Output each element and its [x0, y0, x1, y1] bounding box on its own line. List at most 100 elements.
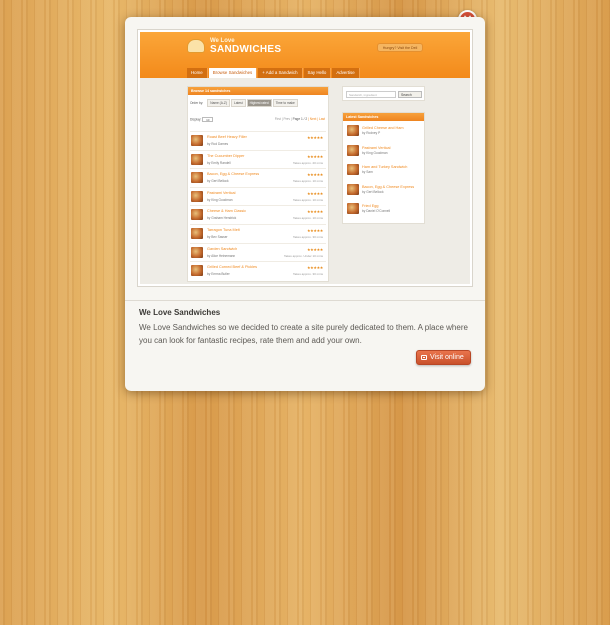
sandwich-rating: ★★★★★ [306, 136, 323, 140]
sandwich-time: Takes approx. 10 mins [292, 179, 323, 184]
latest-thumbnail [347, 125, 359, 136]
order-option: Latest [230, 99, 246, 107]
latest-title: Ham and Turkey Sandwich [362, 165, 408, 170]
sandwich-rating: ★★★★★ [306, 247, 323, 252]
sandwich-time: Takes approx. 10 mins [292, 216, 323, 221]
sandwich-title: Tarragon Tuna Melt [207, 227, 240, 232]
sandwich-list: Roast Beef Heavy Filler by Rod Dames ★★★★★… [190, 131, 326, 280]
nav-item-home: Home [187, 68, 208, 78]
sandwich-thumbnail [191, 135, 203, 146]
sandwich-title: Cheese & Ham Classic [207, 209, 247, 214]
sandwich-rating: ★★★★★ [306, 191, 323, 196]
visit-online-button[interactable]: Visit online [416, 350, 471, 365]
pagination-next: | Next | Last [308, 117, 325, 121]
project-title: We Love Sandwiches [139, 308, 221, 317]
sandwich-thumbnail [191, 246, 203, 258]
sandwich-author: by Alice Heinemann [207, 253, 236, 258]
sandwich-thumbnail [191, 172, 203, 184]
screenshot-canvas: We Love SANDWICHES Hungry? Visit the Del… [140, 32, 470, 284]
sandwich-row: Tarragon Tuna Melt by Bev Sasser ★★★★★ Take… [190, 223, 326, 243]
sandwich-row: Pastrami Vertical by King Goodman ★★★★★ Tak… [190, 186, 326, 206]
sandwich-time: Takes approx. 30 mins [292, 234, 323, 239]
latest-thumbnail [347, 164, 359, 176]
sandwich-title: Pastrami Vertical [207, 190, 236, 195]
sandwich-rating: ★★★★★ [306, 266, 323, 271]
sandwich-title: Garden Sandwich [207, 246, 238, 251]
project-modal: We Love SANDWICHES Hungry? Visit the Del… [125, 17, 485, 391]
order-label: Order by: [190, 101, 204, 105]
latest-title: Fried Egg [362, 204, 379, 209]
sandwich-thumbnail [191, 190, 203, 202]
latest-author: by King Goodman [362, 150, 388, 155]
sandwich-row: Garden Sandwich by Alice Heinemann ★★★★★ Ta… [190, 242, 326, 262]
latest-item: Pastrami Vertical by King Goodman [343, 141, 424, 161]
sandwich-title: Roast Beef Heavy Filler [207, 135, 247, 139]
sandwich-row: Roast Beef Heavy Filler by Rod Dames ★★★★★ [190, 131, 326, 150]
search-box: Sandwich, ingredient Search [342, 86, 425, 101]
sandwich-logo-icon [187, 39, 205, 53]
latest-author: by Sam [362, 170, 373, 175]
sandwich-title: The Cucumber Dipper [207, 153, 245, 158]
logo-text-bottom: SANDWICHES [210, 44, 282, 55]
sandwich-title: Bacon, Egg & Cheese Express [207, 172, 260, 177]
sandwich-author: by Rod Dames [207, 142, 229, 146]
sandwich-author: by Bev Sasser [207, 234, 228, 239]
sandwich-row: Grilled Corned Beef & Pickles by Emma But… [190, 261, 326, 280]
search-button: Search [398, 91, 422, 98]
sandwich-author: by Graham Hendrick [207, 216, 237, 221]
latest-heading: Latest Sandwiches [343, 113, 424, 121]
pagination-prev: First | Prev | [274, 117, 292, 121]
sandwich-author: by Gert Bellock [207, 179, 229, 184]
sandwich-thumbnail [191, 227, 203, 239]
sandwich-rating: ★★★★★ [306, 154, 323, 159]
browse-panel: Browse 14 sandwiches Order by: Name (A-Z… [187, 86, 329, 282]
pagination-page: Page 1 / 2 [292, 117, 308, 121]
sandwich-thumbnail [191, 265, 203, 277]
order-option-selected: Highest rated [246, 99, 272, 107]
sandwich-author: by King Goodman [207, 197, 233, 202]
sandwich-time: Takes approx. 30 mins [292, 272, 323, 277]
latest-item: Fried Egg by Daniel O'Connell [343, 199, 424, 219]
sandwich-time: Takes approx. 20 mins [292, 160, 323, 165]
sandwich-rating: ★★★★★ [306, 210, 323, 215]
latest-title: Pastrami Vertical [362, 145, 391, 150]
project-screenshot: We Love SANDWICHES Hungry? Visit the Del… [137, 29, 473, 287]
sandwich-rating: ★★★★★ [306, 173, 323, 178]
latest-title: Bacon, Egg & Cheese Express [362, 184, 415, 189]
sandwich-thumbnail [191, 209, 203, 221]
sandwich-row: Bacon, Egg & Cheese Express by Gert Bello… [190, 168, 326, 187]
sandwich-author: by Emily Randell [207, 160, 231, 165]
sandwich-title: Grilled Corned Beef & Pickles [207, 265, 258, 270]
site-nav: Home Browse Sandwiches + Add a Sandwich … [187, 68, 361, 78]
sandwich-time: Takes approx. Under 10 mins [283, 253, 323, 258]
sandwich-row: The Cucumber Dipper by Emily Randell ★★★★★… [190, 149, 326, 169]
search-input: Sandwich, ingredient [346, 91, 396, 98]
header-pill: Hungry? Visit the Deli [377, 43, 423, 52]
order-option: Time to make [272, 99, 298, 107]
latest-thumbnail [347, 144, 359, 156]
latest-author: by Gert Bellock [362, 189, 384, 194]
sandwich-row: Cheese & Ham Classic by Graham Hendrick ★★… [190, 205, 326, 224]
divider [125, 300, 485, 301]
latest-title: Grilled Cheese and Ham [362, 126, 404, 130]
visit-online-label: Visit online [430, 354, 464, 361]
latest-thumbnail [347, 203, 359, 215]
nav-item-browse: Browse Sandwiches [208, 68, 258, 78]
display-label: Display: [190, 117, 202, 122]
sandwich-rating: ★★★★★ [306, 228, 323, 233]
site-header: We Love SANDWICHES Hungry? Visit the Del… [140, 32, 470, 78]
nav-item-advertise: Advertise [332, 68, 360, 78]
latest-author: by Daniel O'Connell [362, 209, 391, 214]
latest-list: Grilled Cheese and Ham by Rodney P Pastram… [343, 121, 424, 219]
display-value: 10 [202, 117, 214, 122]
order-option: Name (A-Z) [207, 99, 230, 107]
latest-item: Ham and Turkey Sandwich by Sam [343, 160, 424, 180]
latest-item: Grilled Cheese and Ham by Rodney P [343, 121, 424, 141]
sandwich-thumbnail [191, 153, 203, 165]
latest-panel: Latest Sandwiches Grilled Cheese and Ham… [342, 112, 425, 224]
latest-item: Bacon, Egg & Cheese Express by Gert Bello… [343, 180, 424, 200]
project-description: We Love Sandwiches so we decided to crea… [139, 323, 468, 345]
browse-heading: Browse 14 sandwiches [188, 87, 328, 95]
nav-item-add: + Add a Sandwich [258, 68, 303, 78]
order-bar: Order by: Name (A-Z) Latest Highest rate… [190, 99, 298, 107]
